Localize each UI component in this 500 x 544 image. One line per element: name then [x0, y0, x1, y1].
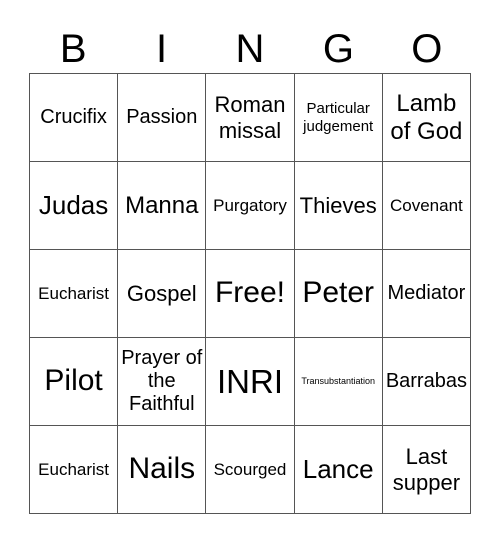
bingo-cell[interactable]: Lamb of God: [382, 74, 471, 162]
bingo-cell[interactable]: Nails: [118, 426, 207, 514]
bingo-cell[interactable]: Purgatory: [206, 162, 295, 250]
bingo-cell[interactable]: Barrabas: [382, 338, 471, 426]
bingo-cell[interactable]: Particular judgement: [294, 74, 383, 162]
bingo-cell[interactable]: Prayer of the Faithful: [118, 338, 207, 426]
bingo-cell[interactable]: Pilot: [30, 338, 119, 426]
bingo-cell[interactable]: Passion: [118, 74, 207, 162]
bingo-cell[interactable]: Covenant: [382, 162, 471, 250]
bingo-cell[interactable]: Crucifix: [30, 74, 119, 162]
header-letter-n: N: [235, 27, 265, 71]
bingo-header: B I N G O: [29, 26, 471, 72]
bingo-cell[interactable]: Transubstantiation: [294, 338, 383, 426]
bingo-cell[interactable]: Judas: [30, 162, 119, 250]
bingo-card-grid: Crucifix Passion Roman missal Particular…: [29, 73, 471, 514]
bingo-cell[interactable]: Eucharist: [30, 250, 119, 338]
bingo-cell[interactable]: Last supper: [382, 426, 471, 514]
bingo-cell[interactable]: Mediator: [382, 250, 471, 338]
header-letter-i: I: [156, 27, 168, 71]
bingo-cell[interactable]: Peter: [294, 250, 383, 338]
header-letter-b: B: [59, 27, 87, 71]
bingo-cell[interactable]: Eucharist: [30, 426, 119, 514]
header-letter-g: G: [322, 27, 354, 71]
bingo-cell[interactable]: INRI: [206, 338, 295, 426]
bingo-cell[interactable]: Roman missal: [206, 74, 295, 162]
free-space-cell[interactable]: Free!: [206, 250, 295, 338]
bingo-cell[interactable]: Thieves: [294, 162, 383, 250]
header-letter-o: O: [411, 27, 443, 71]
bingo-cell[interactable]: Lance: [294, 426, 383, 514]
bingo-cell[interactable]: Manna: [118, 162, 207, 250]
bingo-cell[interactable]: Scourged: [206, 426, 295, 514]
bingo-cell[interactable]: Gospel: [118, 250, 207, 338]
